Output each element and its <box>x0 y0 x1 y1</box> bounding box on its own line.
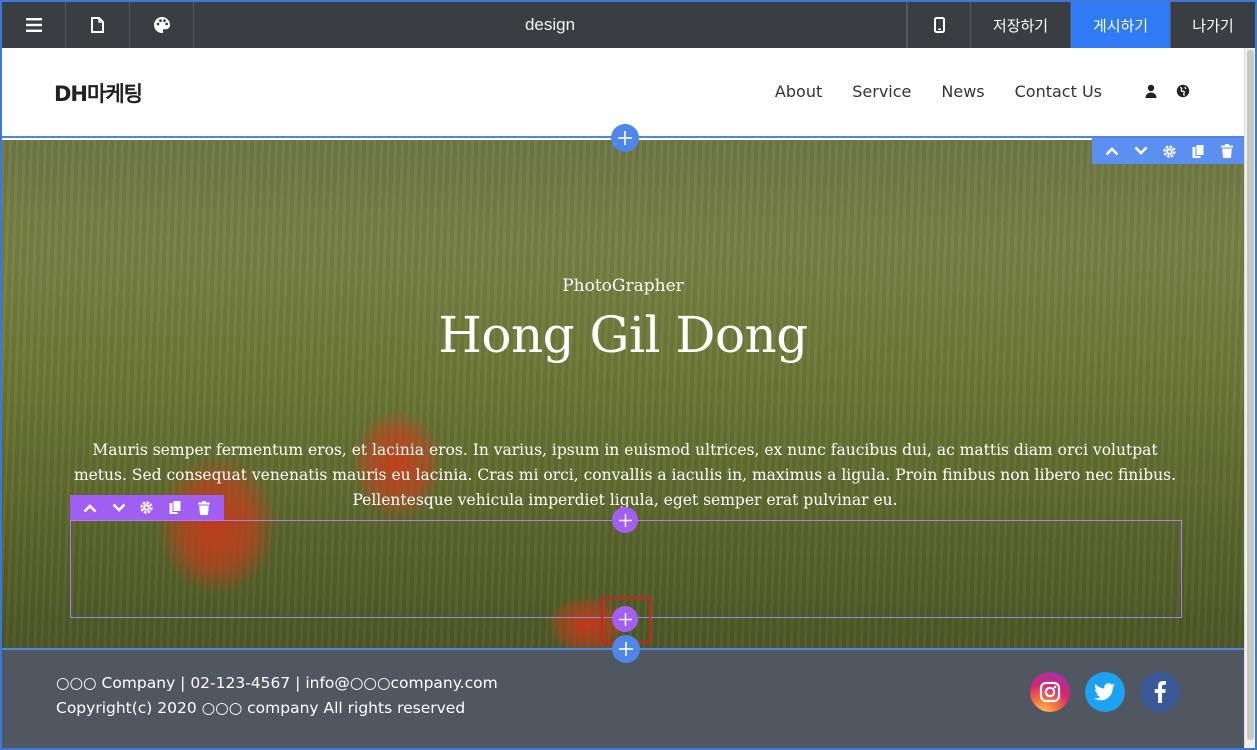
delete-icon[interactable] <box>1218 142 1236 160</box>
move-up-icon[interactable] <box>81 499 99 517</box>
publish-button[interactable]: 게시하기 <box>1071 2 1171 48</box>
instagram-icon[interactable] <box>1030 672 1070 712</box>
page-title: design <box>194 2 907 48</box>
plus-icon <box>619 642 633 656</box>
move-down-icon[interactable] <box>1132 142 1150 160</box>
theme-button[interactable] <box>130 2 194 48</box>
nav-icons <box>1144 82 1190 100</box>
palette-icon <box>153 17 170 33</box>
delete-icon[interactable] <box>195 499 213 517</box>
mobile-icon <box>933 17 945 33</box>
footer-copyright[interactable]: Copyright(c) 2020 ○○○ company All rights… <box>56 699 465 717</box>
nav-item-about[interactable]: About <box>775 82 822 101</box>
move-down-icon[interactable] <box>110 499 128 517</box>
hero-title[interactable]: Hong Gil Dong <box>2 306 1244 364</box>
nav-item-news[interactable]: News <box>941 82 984 101</box>
editor-toolbar: design 저장하기 게시하기 나가기 <box>2 2 1255 48</box>
plus-icon <box>618 513 632 527</box>
save-button[interactable]: 저장하기 <box>971 2 1071 48</box>
scroll-thumb[interactable] <box>1247 50 1254 740</box>
facebook-icon[interactable] <box>1140 672 1180 712</box>
site-footer[interactable]: ○○○ Company | 02-123-4567 | info@○○○comp… <box>2 648 1244 748</box>
editor-window: design 저장하기 게시하기 나가기 DH마케팅 About Service… <box>0 0 1257 750</box>
vertical-scrollbar[interactable] <box>1244 48 1255 748</box>
nav-item-service[interactable]: Service <box>852 82 911 101</box>
hero-subtitle[interactable]: PhotoGrapher <box>2 276 1244 296</box>
copy-icon[interactable] <box>1189 142 1207 160</box>
globe-icon[interactable] <box>1176 82 1190 100</box>
settings-icon[interactable] <box>138 499 156 517</box>
page-button[interactable] <box>66 2 130 48</box>
add-section-button-bottom[interactable] <box>612 635 640 663</box>
plus-icon <box>618 131 632 145</box>
add-section-button-top[interactable] <box>611 124 639 152</box>
hero-body-text[interactable]: Mauris semper fermentum eros, et lacinia… <box>70 438 1180 513</box>
move-up-icon[interactable] <box>1103 142 1121 160</box>
section-toolbar <box>1092 138 1247 164</box>
block-toolbar <box>70 495 224 520</box>
add-block-button-top[interactable] <box>612 507 638 533</box>
mobile-preview-button[interactable] <box>907 2 971 48</box>
exit-button[interactable]: 나가기 <box>1171 2 1255 48</box>
hamburger-icon <box>25 18 42 32</box>
user-icon[interactable] <box>1144 82 1158 100</box>
document-icon <box>91 17 104 33</box>
twitter-icon[interactable] <box>1085 672 1125 712</box>
site-logo[interactable]: DH마케팅 <box>54 78 143 108</box>
copy-icon[interactable] <box>166 499 184 517</box>
main-nav: About Service News Contact Us <box>775 82 1102 101</box>
menu-button[interactable] <box>2 2 66 48</box>
nav-item-contact[interactable]: Contact Us <box>1015 82 1102 101</box>
footer-contact[interactable]: ○○○ Company | 02-123-4567 | info@○○○comp… <box>56 674 498 692</box>
social-links <box>1030 672 1180 712</box>
settings-icon[interactable] <box>1160 142 1178 160</box>
